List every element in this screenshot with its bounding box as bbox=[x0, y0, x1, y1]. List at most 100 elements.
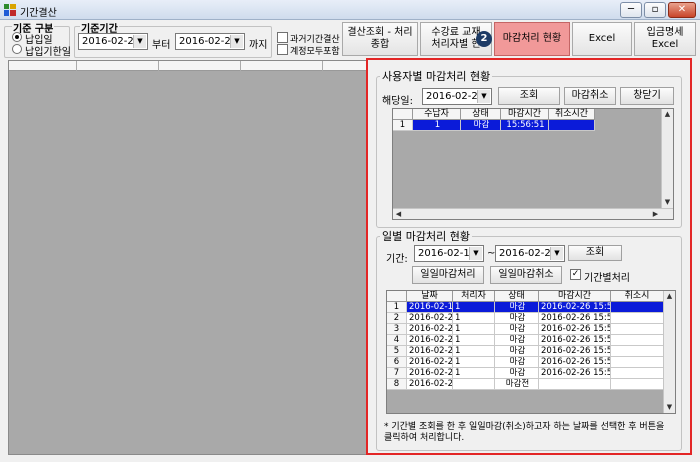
daily-status-grid[interactable]: 날짜 처리자 상태 마감시간 취소시 12016-02-191마감2016-02… bbox=[386, 290, 676, 414]
cell-date[interactable]: 2016-02-25 bbox=[407, 368, 453, 379]
to-suffix: 까지 bbox=[249, 40, 268, 51]
cell-cancelled-at[interactable] bbox=[611, 335, 664, 346]
cell-date[interactable]: 2016-02-26 bbox=[407, 379, 453, 390]
cell-closed-at[interactable]: 15:56:51 bbox=[501, 120, 549, 131]
cell-date[interactable]: 2016-02-21 bbox=[407, 324, 453, 335]
scroll-right-icon[interactable]: ▶ bbox=[650, 209, 661, 220]
cell-cancelled-at[interactable] bbox=[611, 302, 664, 313]
cell-closed-at[interactable]: 2016-02-26 15:58:00 bbox=[539, 302, 611, 313]
daily-from-value: 2016-02-19 bbox=[418, 248, 477, 259]
col-closed-at: 마감시간 bbox=[539, 291, 611, 302]
row-number: 3 bbox=[387, 324, 407, 335]
row-header-corner bbox=[393, 109, 413, 120]
cell-cancelled-at[interactable] bbox=[611, 379, 664, 390]
col-payer: 수납자 bbox=[413, 109, 461, 120]
col-closed-at: 마감시간 bbox=[501, 109, 549, 120]
include-all-accounts-checkbox[interactable] bbox=[277, 44, 288, 55]
cell-closed-at[interactable]: 2016-02-26 15:58:00 bbox=[539, 335, 611, 346]
settlement-query-button[interactable]: 결산조회 - 처리 종합 bbox=[342, 22, 418, 56]
settlement-grid-header bbox=[9, 61, 367, 71]
date-label: 해당일: bbox=[382, 96, 413, 107]
period-process-checkbox[interactable]: ✓ bbox=[570, 269, 581, 280]
cell-closed-at[interactable]: 2016-02-26 15:58:00 bbox=[539, 313, 611, 324]
cell-status[interactable]: 마감 bbox=[495, 313, 539, 324]
cell-closed-at[interactable]: 2016-02-26 15:58:00 bbox=[539, 324, 611, 335]
cell-closed-at[interactable] bbox=[539, 379, 611, 390]
cell-handler[interactable]: 1 bbox=[453, 368, 495, 379]
cell-handler[interactable]: 1 bbox=[453, 324, 495, 335]
vertical-scrollbar[interactable]: ▲ ▼ bbox=[661, 109, 673, 208]
closing-status-button[interactable]: 마감처리 현황 bbox=[494, 22, 570, 56]
cell-handler[interactable]: 1 bbox=[453, 335, 495, 346]
scroll-down-icon[interactable]: ▼ bbox=[662, 197, 673, 208]
cell-closed-at[interactable]: 2016-02-26 15:58:00 bbox=[539, 346, 611, 357]
row-number: 1 bbox=[393, 120, 413, 131]
radio-due-date[interactable] bbox=[12, 44, 22, 54]
period-to-value: 2016-02-26 bbox=[179, 36, 238, 47]
horizontal-scrollbar[interactable]: ◀ ▶ bbox=[393, 208, 673, 219]
close-window-button[interactable]: 창닫기 bbox=[620, 87, 674, 105]
daily-to-select[interactable]: 2016-02-26 ▼ bbox=[495, 245, 565, 262]
target-date-select[interactable]: 2016-02-26 ▼ bbox=[422, 88, 492, 105]
scroll-left-icon[interactable]: ◀ bbox=[393, 209, 404, 220]
radio-due-date-label: 납입기한일 bbox=[25, 47, 71, 58]
cell-cancelled-at[interactable] bbox=[611, 346, 664, 357]
chevron-down-icon: ▼ bbox=[230, 35, 243, 48]
cell-closed-at[interactable]: 2016-02-26 15:58:00 bbox=[539, 357, 611, 368]
cell-handler[interactable]: 1 bbox=[453, 313, 495, 324]
daily-from-select[interactable]: 2016-02-19 ▼ bbox=[414, 245, 484, 262]
excel-button[interactable]: Excel bbox=[572, 22, 632, 56]
cell-status[interactable]: 마감 bbox=[495, 324, 539, 335]
cell-cancelled-at[interactable] bbox=[611, 368, 664, 379]
user-status-title: 사용자별 마감처리 현황 bbox=[380, 68, 493, 84]
row-number: 8 bbox=[387, 379, 407, 390]
cell-handler[interactable]: 1 bbox=[453, 302, 495, 313]
vertical-scrollbar[interactable]: ▲ ▼ bbox=[663, 291, 675, 413]
cell-status[interactable]: 마감 bbox=[461, 120, 501, 131]
period-to-select[interactable]: 2016-02-26 ▼ bbox=[175, 33, 245, 50]
title-bar: 기간결산 ─ ▫ ✕ bbox=[0, 0, 700, 20]
cell-cancelled-at[interactable] bbox=[549, 120, 595, 131]
target-date-value: 2016-02-26 bbox=[426, 91, 485, 102]
close-button[interactable]: ✕ bbox=[668, 2, 696, 18]
maximize-button[interactable]: ▫ bbox=[644, 2, 666, 18]
cell-date[interactable]: 2016-02-19 bbox=[407, 302, 453, 313]
cell-status[interactable]: 마감 bbox=[495, 368, 539, 379]
include-all-accounts-label: 계정모두포함 bbox=[290, 47, 340, 57]
scroll-down-icon[interactable]: ▼ bbox=[664, 402, 675, 413]
instruction-line-1: * 기간별 조회를 한 후 일일마감(취소)하고자 하는 날짜를 선택한 후 버… bbox=[384, 422, 665, 432]
cell-cancelled-at[interactable] bbox=[611, 357, 664, 368]
past-period-checkbox[interactable] bbox=[277, 32, 288, 43]
cell-status[interactable]: 마감 bbox=[495, 302, 539, 313]
cell-handler[interactable] bbox=[453, 379, 495, 390]
scroll-up-icon[interactable]: ▲ bbox=[662, 109, 673, 120]
cell-status[interactable]: 마감 bbox=[495, 346, 539, 357]
daily-cancel-button[interactable]: 일일마감취소 bbox=[490, 266, 562, 284]
cell-cancelled-at[interactable] bbox=[611, 313, 664, 324]
scroll-up-icon[interactable]: ▲ bbox=[664, 291, 675, 302]
period-from-select[interactable]: 2016-02-26 ▼ bbox=[78, 33, 148, 50]
cell-payer[interactable]: 1 bbox=[413, 120, 461, 131]
cell-date[interactable]: 2016-02-22 bbox=[407, 335, 453, 346]
deposit-excel-button[interactable]: 입금명세 Excel bbox=[634, 22, 696, 56]
minimize-button[interactable]: ─ bbox=[620, 2, 642, 18]
cell-handler[interactable]: 1 bbox=[453, 346, 495, 357]
close-cancel-button[interactable]: 마감취소 bbox=[564, 87, 616, 105]
col-date: 날짜 bbox=[407, 291, 453, 302]
period-process-label: 기간별처리 bbox=[584, 273, 630, 284]
cell-date[interactable]: 2016-02-23 bbox=[407, 346, 453, 357]
query-button[interactable]: 조회 bbox=[498, 87, 560, 105]
cell-handler[interactable]: 1 bbox=[453, 357, 495, 368]
cell-cancelled-at[interactable] bbox=[611, 324, 664, 335]
settlement-grid[interactable] bbox=[8, 60, 368, 455]
user-status-grid[interactable]: 수납자 상태 마감시간 취소시간 1 1 마감 15:56:51 ▲ ▼ ◀ ▶ bbox=[392, 108, 674, 220]
radio-payment-date[interactable] bbox=[12, 32, 22, 42]
cell-status[interactable]: 마감전 bbox=[495, 379, 539, 390]
cell-status[interactable]: 마감 bbox=[495, 335, 539, 346]
daily-query-button[interactable]: 조회 bbox=[568, 245, 622, 261]
cell-closed-at[interactable]: 2016-02-26 15:58:00 bbox=[539, 368, 611, 379]
daily-close-button[interactable]: 일일마감처리 bbox=[412, 266, 484, 284]
cell-date[interactable]: 2016-02-24 bbox=[407, 357, 453, 368]
cell-date[interactable]: 2016-02-20 bbox=[407, 313, 453, 324]
cell-status[interactable]: 마감 bbox=[495, 357, 539, 368]
